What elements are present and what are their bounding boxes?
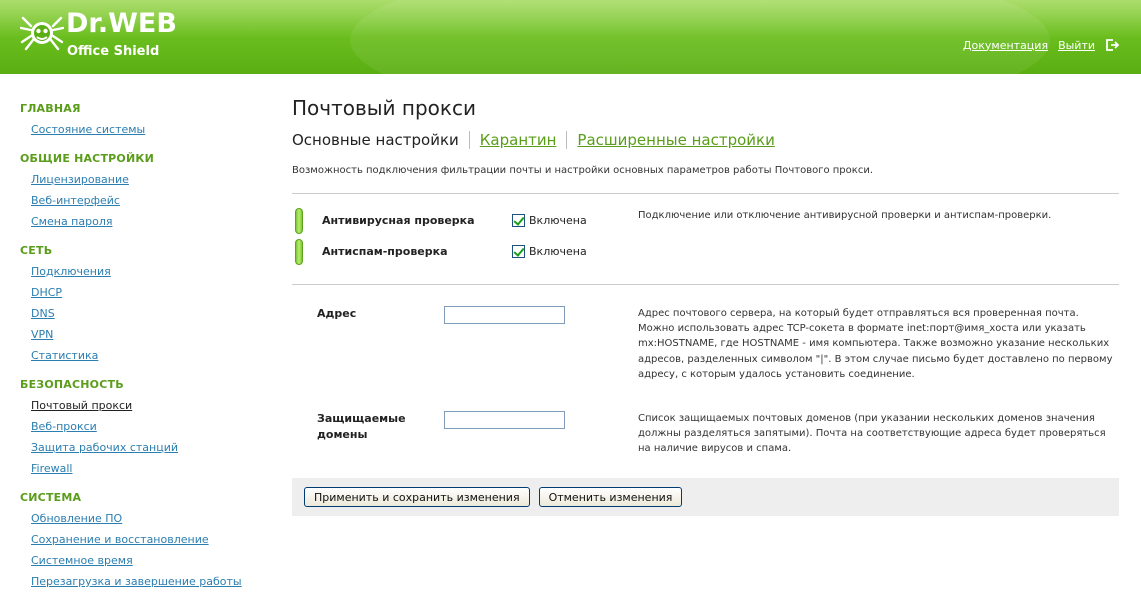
sidebar-item-firewall[interactable]: Firewall bbox=[31, 461, 270, 482]
sidebar-item-connections[interactable]: Подключения bbox=[31, 264, 270, 285]
sidebar-item-backup-restore[interactable]: Сохранение и восстановление bbox=[31, 532, 270, 553]
toggle-antispam: Антиспам-проверка Включена bbox=[292, 236, 1119, 267]
tab-divider bbox=[566, 131, 568, 149]
checkbox-checked-icon[interactable] bbox=[512, 214, 525, 227]
sidebar-item-reboot-shutdown[interactable]: Перезагрузка и завершение работы bbox=[31, 574, 270, 595]
toggles-help-text: Подключение или отключение антивирусной … bbox=[638, 210, 1052, 221]
address-input[interactable] bbox=[444, 306, 565, 324]
sidebar-nav: ГЛАВНАЯ Состояние системы ОБЩИЕ НАСТРОЙК… bbox=[20, 100, 270, 595]
tab-quarantine[interactable]: Карантин bbox=[480, 131, 557, 149]
address-label: Адрес bbox=[317, 307, 357, 320]
sidebar-item-web-proxy[interactable]: Веб-прокси bbox=[31, 419, 270, 440]
domains-input[interactable] bbox=[444, 411, 565, 429]
exit-icon[interactable] bbox=[1105, 38, 1119, 52]
main-content: Почтовый прокси Основные настройки Каран… bbox=[292, 96, 1119, 516]
status-led-icon bbox=[295, 238, 303, 265]
antivirus-checkbox[interactable]: Включена bbox=[512, 214, 587, 227]
sidebar-item-workstation-protection[interactable]: Защита рабочих станций bbox=[31, 440, 270, 461]
sidebar-item-web-interface[interactable]: Веб-интерфейс bbox=[31, 193, 270, 214]
sidebar-item-mail-proxy[interactable]: Почтовый прокси bbox=[31, 398, 270, 419]
sidebar-section-security: БЕЗОПАСНОСТЬ bbox=[20, 378, 124, 391]
antispam-checkbox[interactable]: Включена bbox=[512, 245, 587, 258]
sidebar-item-vpn[interactable]: VPN bbox=[31, 327, 270, 348]
sidebar-item-statistics[interactable]: Статистика bbox=[31, 348, 270, 369]
page-title: Почтовый прокси bbox=[292, 96, 476, 120]
action-bar: Применить и сохранить изменения Отменить… bbox=[292, 478, 1119, 516]
exit-link[interactable]: Выйти bbox=[1058, 39, 1095, 52]
spider-logo-icon bbox=[20, 16, 64, 51]
logo-subtitle: Office Shield bbox=[67, 44, 160, 59]
antivirus-label: Антивирусная проверка bbox=[322, 214, 475, 227]
app-header: Dr.WEB Office Shield Документация Выйти bbox=[0, 0, 1141, 74]
sidebar-section-network: СЕТЬ bbox=[20, 244, 53, 257]
tab-advanced-settings[interactable]: Расширенные настройки bbox=[577, 131, 774, 149]
tab-divider bbox=[468, 131, 470, 149]
toggles-section: Антивирусная проверка Включена Антиспам-… bbox=[292, 194, 1119, 284]
antispam-label: Антиспам-проверка bbox=[322, 245, 448, 258]
divider bbox=[292, 284, 1119, 285]
status-led-icon bbox=[295, 207, 303, 234]
sidebar-item-software-update[interactable]: Обновление ПО bbox=[31, 511, 270, 532]
domains-label: Защищаемые домены bbox=[317, 412, 406, 441]
tab-basic-settings[interactable]: Основные настройки bbox=[292, 131, 459, 149]
sidebar-item-system-status[interactable]: Состояние системы bbox=[31, 122, 270, 143]
sidebar-section-system: СИСТЕМА bbox=[20, 491, 82, 504]
sidebar-item-dns[interactable]: DNS bbox=[31, 306, 270, 327]
checkbox-label: Включена bbox=[529, 214, 587, 227]
documentation-link[interactable]: Документация bbox=[963, 39, 1048, 52]
address-help-text: Адрес почтового сервера, на который буде… bbox=[638, 308, 1113, 380]
sidebar-item-licensing[interactable]: Лицензирование bbox=[31, 172, 270, 193]
domains-help-text: Список защищаемых почтовых доменов (при … bbox=[638, 413, 1106, 455]
sidebar-item-dhcp[interactable]: DHCP bbox=[31, 285, 270, 306]
page-description: Возможность подключения фильтрации почты… bbox=[292, 165, 873, 176]
checkbox-label: Включена bbox=[529, 245, 587, 258]
apply-save-button[interactable]: Применить и сохранить изменения bbox=[304, 487, 530, 507]
sidebar-item-change-password[interactable]: Смена пароля bbox=[31, 214, 270, 235]
sidebar-section-general: ОБЩИЕ НАСТРОЙКИ bbox=[20, 152, 154, 165]
logo-name: Dr.WEB bbox=[66, 8, 177, 39]
header-links: Документация Выйти bbox=[963, 38, 1119, 52]
cancel-changes-button[interactable]: Отменить изменения bbox=[538, 487, 683, 507]
sidebar-item-system-time[interactable]: Системное время bbox=[31, 553, 270, 574]
sidebar-section-main: ГЛАВНАЯ bbox=[20, 102, 81, 115]
checkbox-checked-icon[interactable] bbox=[512, 245, 525, 258]
tab-bar: Основные настройки Карантин Расширенные … bbox=[292, 131, 1119, 149]
